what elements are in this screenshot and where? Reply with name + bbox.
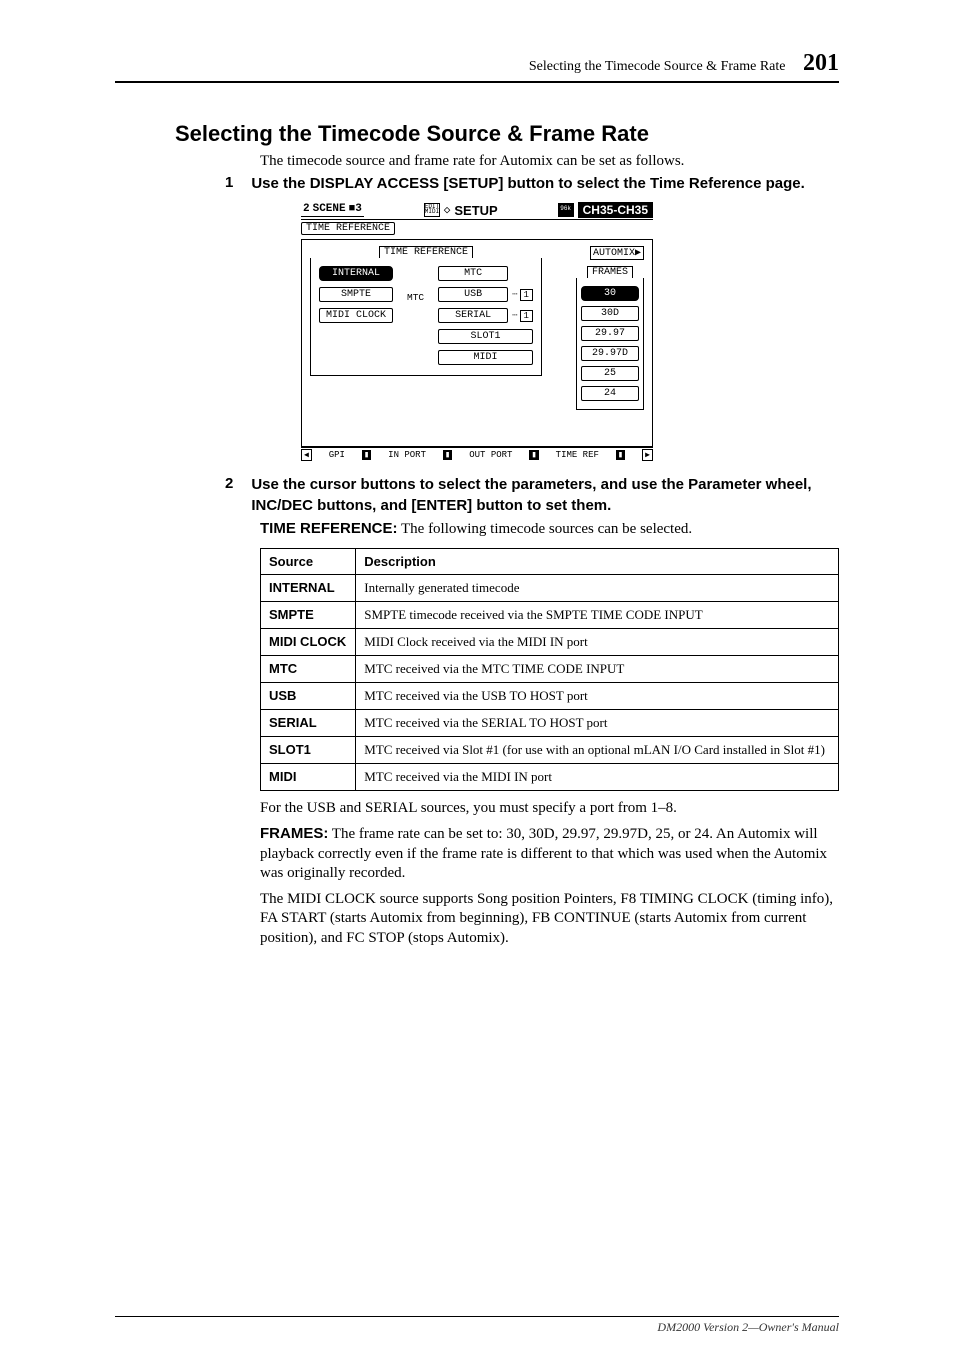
lcd-src-midi[interactable]: MIDI <box>438 350 533 365</box>
lcd-setup-diamond: ◇ <box>444 203 451 217</box>
post-table-note: For the USB and SERIAL sources, you must… <box>260 799 839 819</box>
src-mtc: MTC <box>261 655 356 682</box>
lcd-frame-24[interactable]: 24 <box>581 386 639 401</box>
lcd-tab-gpi[interactable]: GPI <box>329 450 345 460</box>
frames-rest: The frame rate can be set to: 30, 30D, 2… <box>260 826 827 881</box>
lcd-time-reference-title: TIME REFERENCE <box>379 246 473 258</box>
lcd-src-mtc[interactable]: MTC <box>438 266 508 281</box>
lcd-src-smpte[interactable]: SMPTE <box>319 287 393 302</box>
table-row: USBMTC received via the USB TO HOST port <box>261 682 839 709</box>
lcd-scene-value: ■3 <box>349 203 362 215</box>
lcd-src-slot1[interactable]: SLOT1 <box>438 329 533 344</box>
desc-mtc: MTC received via the MTC TIME CODE INPUT <box>356 655 839 682</box>
desc-smpte: SMPTE timecode received via the SMPTE TI… <box>356 601 839 628</box>
table-header-description: Description <box>356 548 839 574</box>
lcd-usb-port: ┄1 <box>512 289 533 301</box>
table-row: MIDIMTC received via the MIDI IN port <box>261 763 839 790</box>
lcd-top-tab: TIME REFERENCE <box>301 222 395 235</box>
footer-rule <box>115 1316 839 1317</box>
lcd-right-section: AUTOMIX▶ FRAMES 30 30D 29.97 29.97D 25 2… <box>576 246 644 426</box>
page-title: Selecting the Timecode Source & Frame Ra… <box>175 121 839 147</box>
lcd-tab-time-ref[interactable]: TIME REF <box>556 450 599 460</box>
source-table: Source Description INTERNALInternally ge… <box>260 548 839 791</box>
step-2: 2 Use the cursor buttons to select the p… <box>225 475 839 516</box>
table-row: MIDI CLOCKMIDI Clock received via the MI… <box>261 628 839 655</box>
step-1-number: 1 <box>225 174 233 194</box>
table-row: SERIALMTC received via the SERIAL TO HOS… <box>261 709 839 736</box>
src-smpte: SMPTE <box>261 601 356 628</box>
src-midi: MIDI <box>261 763 356 790</box>
time-reference-intro: TIME REFERENCE: The following timecode s… <box>260 520 839 538</box>
tab-divider-icon: ▮ <box>529 450 538 460</box>
lcd-screenshot: 2 SCENE ■3 EDITMIDI ◇ SETUP 96k CH35-CH3… <box>301 202 653 461</box>
step-2-text: Use the cursor buttons to select the par… <box>251 475 839 516</box>
lcd-serial-port: ┄1 <box>512 310 533 322</box>
lcd-tab-right-arrow[interactable]: ▶ <box>642 449 653 461</box>
lcd-setup-label: SETUP <box>454 203 497 218</box>
lcd-scene-num: 2 <box>303 203 310 215</box>
lcd-usb-port-value[interactable]: 1 <box>520 289 533 301</box>
src-slot1: SLOT1 <box>261 736 356 763</box>
frames-label: FRAMES: <box>260 825 328 842</box>
lcd-serial-port-value[interactable]: 1 <box>520 310 533 322</box>
time-reference-rest: The following timecode sources can be se… <box>398 521 693 537</box>
footer-text: DM2000 Version 2—Owner's Manual <box>657 1320 839 1335</box>
tab-divider-icon: ▮ <box>443 450 452 460</box>
lcd-frame-2997d[interactable]: 29.97D <box>581 346 639 361</box>
step-1-text: Use the DISPLAY ACCESS [SETUP] button to… <box>251 174 804 194</box>
step-2-number: 2 <box>225 475 233 516</box>
lcd-frame-30[interactable]: 30 <box>581 286 639 301</box>
lcd-src-usb[interactable]: USB <box>438 287 508 302</box>
lcd-mtc-bracket-label: MTC <box>407 266 424 365</box>
desc-midi-clock: MIDI Clock received via the MIDI IN port <box>356 628 839 655</box>
table-row: SLOT1MTC received via Slot #1 (for use w… <box>261 736 839 763</box>
midi-clock-para: The MIDI CLOCK source supports Song posi… <box>260 890 839 949</box>
lcd-tab-out-port[interactable]: OUT PORT <box>469 450 512 460</box>
lcd-frame-25[interactable]: 25 <box>581 366 639 381</box>
lcd-left-section: TIME REFERENCE INTERNAL SMPTE MIDI CLOCK… <box>310 246 542 426</box>
lcd-tab-in-port[interactable]: IN PORT <box>388 450 426 460</box>
lcd-frame-2997[interactable]: 29.97 <box>581 326 639 341</box>
tab-divider-icon: ▮ <box>616 450 625 460</box>
table-header-source: Source <box>261 548 356 574</box>
page-header: Selecting the Timecode Source & Frame Ra… <box>115 50 839 83</box>
channel-icon: 96k <box>558 203 574 217</box>
header-section-title: Selecting the Timecode Source & Frame Ra… <box>529 59 786 74</box>
lcd-frames-title: FRAMES <box>587 266 633 278</box>
desc-usb: MTC received via the USB TO HOST port <box>356 682 839 709</box>
desc-slot1: MTC received via Slot #1 (for use with a… <box>356 736 839 763</box>
page-number: 201 <box>803 50 839 76</box>
desc-midi: MTC received via the MIDI IN port <box>356 763 839 790</box>
step-1: 1 Use the DISPLAY ACCESS [SETUP] button … <box>225 174 839 194</box>
table-row: INTERNALInternally generated timecode <box>261 574 839 601</box>
lcd-automix-label: AUTOMIX▶ <box>590 246 644 260</box>
edit-midi-icon: EDITMIDI <box>424 203 440 217</box>
src-midi-clock: MIDI CLOCK <box>261 628 356 655</box>
time-reference-label: TIME REFERENCE: <box>260 520 398 537</box>
tab-divider-icon: ▮ <box>362 450 371 460</box>
lcd-bottom-tabs: ◀ GPI ▮ IN PORT ▮ OUT PORT ▮ TIME REF ▮ … <box>301 447 653 461</box>
desc-serial: MTC received via the SERIAL TO HOST port <box>356 709 839 736</box>
lcd-src-internal[interactable]: INTERNAL <box>319 266 393 281</box>
table-row: MTCMTC received via the MTC TIME CODE IN… <box>261 655 839 682</box>
src-serial: SERIAL <box>261 709 356 736</box>
lcd-tab-left-arrow[interactable]: ◀ <box>301 449 312 461</box>
lcd-frame-30d[interactable]: 30D <box>581 306 639 321</box>
lcd-scene: 2 SCENE ■3 <box>301 203 364 217</box>
intro-text: The timecode source and frame rate for A… <box>260 153 839 170</box>
table-row: SMPTESMPTE timecode received via the SMP… <box>261 601 839 628</box>
src-usb: USB <box>261 682 356 709</box>
lcd-scene-label: SCENE <box>313 203 346 215</box>
lcd-src-midi-clock[interactable]: MIDI CLOCK <box>319 308 393 323</box>
lcd-src-serial[interactable]: SERIAL <box>438 308 508 323</box>
frames-para: FRAMES: The frame rate can be set to: 30… <box>260 824 839 884</box>
desc-internal: Internally generated timecode <box>356 574 839 601</box>
lcd-channel-label: CH35-CH35 <box>578 202 653 218</box>
src-internal: INTERNAL <box>261 574 356 601</box>
